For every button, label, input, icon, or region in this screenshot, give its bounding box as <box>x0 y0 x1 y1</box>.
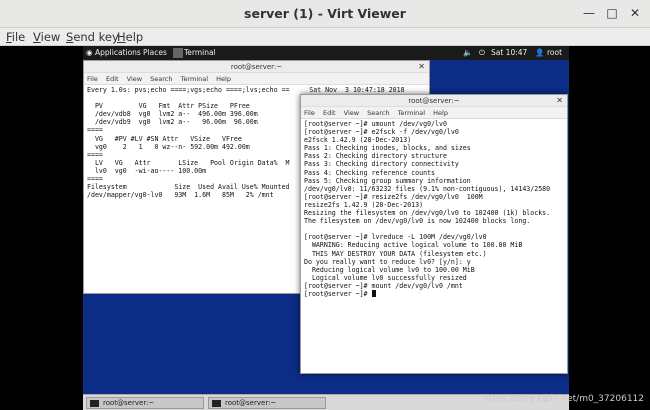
terminal-icon <box>173 48 183 58</box>
watermark: https://blog.csdn.net/m0_37206112 <box>482 394 644 404</box>
terminal-icon <box>212 400 221 407</box>
applications-menu[interactable]: Applications <box>95 48 141 57</box>
close-icon[interactable]: ✕ <box>418 61 425 73</box>
menu-view[interactable]: View <box>33 30 60 44</box>
maximize-button[interactable]: □ <box>605 6 619 20</box>
terminal-output[interactable]: [root@server ~]# umount /dev/vg0/lv0 [ro… <box>301 119 567 299</box>
terminal-menu-file[interactable]: File <box>87 75 98 83</box>
menu-send-key[interactable]: Send key <box>66 30 119 44</box>
terminal-app-menu[interactable]: Terminal <box>184 48 216 57</box>
user-icon: 👤 <box>535 48 545 57</box>
window-title: server (1) - Virt Viewer <box>244 6 406 21</box>
terminal-menu-terminal[interactable]: Terminal <box>398 109 425 117</box>
places-menu[interactable]: Places <box>143 48 167 57</box>
terminal-menu-edit[interactable]: Edit <box>323 109 336 117</box>
minimize-button[interactable]: — <box>582 6 596 20</box>
terminal-menu-search[interactable]: Search <box>367 109 389 117</box>
terminal-text: [root@server ~]# umount /dev/vg0/lv0 [ro… <box>304 120 551 298</box>
power-icon: ⏻ <box>479 48 485 57</box>
terminal-menubar: File Edit View Search Terminal Help <box>84 73 429 85</box>
terminal-menu-edit[interactable]: Edit <box>106 75 119 83</box>
terminal-menu-view[interactable]: View <box>127 75 142 83</box>
user-menu[interactable]: root <box>547 48 562 57</box>
speaker-icon: 🔈 <box>463 48 473 57</box>
close-button[interactable]: ✕ <box>628 6 642 20</box>
taskbar-item-terminal-2[interactable]: root@server:~ <box>208 397 326 409</box>
close-icon[interactable]: ✕ <box>556 95 563 107</box>
terminal-cursor <box>371 289 376 297</box>
terminal-menu-terminal[interactable]: Terminal <box>181 75 208 83</box>
menu-file[interactable]: File <box>6 30 25 44</box>
applications-icon: ◉ <box>86 48 93 57</box>
terminal-menu-view[interactable]: View <box>344 109 359 117</box>
terminal-title: root@server:~ ✕ <box>84 61 429 73</box>
menubar: File View Send key Help <box>0 28 650 46</box>
window-titlebar[interactable]: server (1) - Virt Viewer — □ ✕ <box>0 0 650 28</box>
terminal-menu-help[interactable]: Help <box>433 109 448 117</box>
terminal-window-shell[interactable]: root@server:~ ✕ File Edit View Search Te… <box>300 94 568 374</box>
terminal-title: root@server:~ ✕ <box>301 95 567 107</box>
terminal-menubar: File Edit View Search Terminal Help <box>301 107 567 119</box>
terminal-menu-help[interactable]: Help <box>216 75 231 83</box>
guest-display[interactable]: ◉ Applications Places Terminal 🔈 ⏻ Sat 1… <box>83 46 569 410</box>
clock[interactable]: Sat 10:47 <box>491 48 527 57</box>
taskbar-item-terminal-1[interactable]: root@server:~ <box>86 397 204 409</box>
menu-help[interactable]: Help <box>117 30 143 44</box>
terminal-icon <box>90 400 99 407</box>
terminal-menu-file[interactable]: File <box>304 109 315 117</box>
terminal-menu-search[interactable]: Search <box>150 75 172 83</box>
gnome-top-bar: ◉ Applications Places Terminal 🔈 ⏻ Sat 1… <box>83 46 569 60</box>
